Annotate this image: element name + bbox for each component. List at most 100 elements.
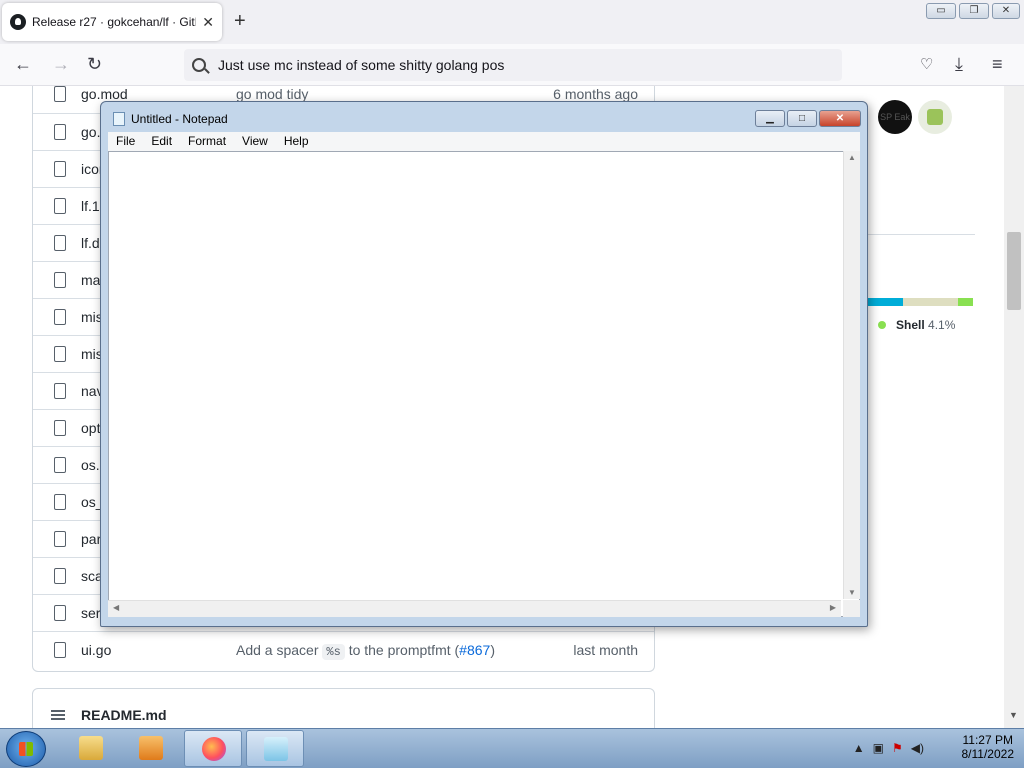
- file-icon: [54, 383, 66, 399]
- action-center-icon[interactable]: ⚑: [892, 741, 903, 755]
- tab-title: Release r27 · gokcehan/lf · GitHub: [32, 15, 196, 29]
- commit-message-text: ): [490, 642, 495, 658]
- language-segment: [903, 298, 958, 306]
- pocket-icon[interactable]: ♡: [920, 55, 933, 73]
- notepad-icon: [113, 112, 125, 126]
- browser-tab[interactable]: Release r27 · gokcehan/lf · GitHub ✕: [2, 3, 222, 41]
- notepad-minimize-button[interactable]: ▁: [755, 110, 785, 127]
- back-icon[interactable]: ←: [14, 54, 32, 75]
- taskbar: ▲ ▣ ⚑ ◀) 11:27 PM 8/11/2022: [0, 728, 1024, 768]
- firefox-icon: [202, 737, 226, 761]
- file-icon: [54, 457, 66, 473]
- file-icon: [54, 531, 66, 547]
- file-icon: [54, 272, 66, 288]
- page-scrollbar[interactable]: ▼: [1004, 86, 1024, 728]
- file-name[interactable]: go.mod: [81, 86, 128, 102]
- file-icon: [54, 420, 66, 436]
- language-item[interactable]: Shell 4.1%: [878, 318, 955, 332]
- notepad-maximize-button[interactable]: □: [787, 110, 817, 127]
- system-tray: ▲ ▣ ⚑ ◀): [853, 741, 924, 755]
- clock-time: 11:27 PM: [962, 733, 1013, 747]
- list-icon[interactable]: [51, 710, 65, 720]
- commit-message-text: to the promptfmt (: [348, 642, 460, 658]
- commit-message[interactable]: go mod tidy: [236, 86, 308, 102]
- notepad-window: Untitled - Notepad ▁ □ ✕ File Edit Forma…: [100, 101, 868, 627]
- notepad-window-controls: ▁ □ ✕: [755, 110, 861, 127]
- notepad-menubar: File Edit Format View Help: [108, 132, 860, 151]
- commit-code: %s: [322, 644, 345, 660]
- file-icon: [54, 346, 66, 362]
- show-hidden-icons-icon[interactable]: ▲: [853, 741, 865, 755]
- language-percent: 4.1%: [928, 318, 956, 332]
- file-name[interactable]: ser: [81, 605, 100, 621]
- taskbar-explorer[interactable]: [62, 730, 120, 767]
- github-icon: [10, 14, 26, 30]
- scroll-down-arrow-icon[interactable]: ▼: [1009, 710, 1018, 720]
- file-icon: [54, 161, 66, 177]
- file-name[interactable]: ma: [81, 272, 100, 288]
- restore-button[interactable]: ❐: [959, 3, 989, 19]
- address-bar[interactable]: Just use mc instead of some shitty golan…: [184, 49, 842, 81]
- taskbar-media-player[interactable]: [122, 730, 180, 767]
- menu-format[interactable]: Format: [180, 132, 234, 151]
- file-icon: [54, 494, 66, 510]
- file-icon: [54, 605, 66, 621]
- file-icon: [54, 642, 66, 658]
- network-icon[interactable]: ▣: [873, 741, 884, 755]
- start-button[interactable]: [6, 731, 46, 767]
- notepad-text-area[interactable]: [108, 151, 860, 617]
- file-icon: [54, 86, 66, 102]
- browser-tabbar: Release r27 · gokcehan/lf · GitHub ✕ + ▭…: [0, 0, 1024, 44]
- file-icon: [54, 568, 66, 584]
- language-bar: [868, 298, 973, 306]
- menu-edit[interactable]: Edit: [143, 132, 180, 151]
- contributor-avatar[interactable]: SP Eak: [878, 100, 912, 134]
- contributor-avatar[interactable]: [918, 100, 952, 134]
- file-icon: [54, 235, 66, 251]
- media-player-icon: [139, 736, 163, 760]
- language-segment: [958, 298, 973, 306]
- readme-header: README.md: [32, 688, 655, 728]
- menu-view[interactable]: View: [234, 132, 276, 151]
- search-icon: [192, 58, 206, 72]
- tab-close-icon[interactable]: ✕: [202, 14, 214, 31]
- download-icon[interactable]: ⤓: [955, 54, 963, 75]
- notepad-icon: [264, 737, 288, 761]
- folder-icon: [79, 736, 103, 760]
- menu-help[interactable]: Help: [276, 132, 317, 151]
- file-name[interactable]: opt: [81, 420, 100, 436]
- forward-icon[interactable]: →: [52, 54, 70, 75]
- close-button[interactable]: ✕: [992, 3, 1020, 19]
- scrollbar-thumb[interactable]: [1007, 232, 1021, 310]
- divider: [868, 234, 975, 235]
- notepad-close-button[interactable]: ✕: [819, 110, 861, 127]
- file-name[interactable]: par: [81, 531, 101, 547]
- readme-title[interactable]: README.md: [81, 707, 167, 723]
- file-name[interactable]: lf.1: [81, 198, 100, 214]
- volume-icon[interactable]: ◀): [911, 741, 924, 755]
- reload-icon[interactable]: ↻: [87, 54, 102, 75]
- notepad-title: Untitled - Notepad: [131, 112, 228, 126]
- minimize-button[interactable]: ▭: [926, 3, 956, 19]
- taskbar-notepad[interactable]: [246, 730, 304, 767]
- commit-age: last month: [573, 642, 638, 658]
- taskbar-firefox[interactable]: [184, 730, 242, 767]
- file-icon: [54, 309, 66, 325]
- clock-date: 8/11/2022: [961, 747, 1015, 761]
- notepad-titlebar[interactable]: Untitled - Notepad ▁ □ ✕: [101, 102, 867, 132]
- menu-icon[interactable]: ≡: [992, 54, 1003, 75]
- file-row[interactable]: ui.go Add a spacer %s to the promptfmt (#…: [33, 631, 654, 668]
- browser-window-controls: ▭ ❐ ✕: [926, 3, 1020, 19]
- file-name[interactable]: ui.go: [81, 642, 111, 658]
- pull-request-link[interactable]: #867: [459, 642, 490, 658]
- file-icon: [54, 124, 66, 140]
- commit-message[interactable]: Add a spacer %s to the promptfmt (#867): [236, 642, 495, 660]
- file-name[interactable]: go.: [81, 124, 100, 140]
- new-tab-button[interactable]: +: [234, 10, 246, 33]
- language-segment: [868, 298, 903, 306]
- commit-message-text: Add a spacer: [236, 642, 319, 658]
- language-dot: [878, 321, 886, 329]
- clock[interactable]: 11:27 PM 8/11/2022: [962, 733, 1015, 761]
- menu-file[interactable]: File: [108, 132, 143, 151]
- browser-navbar: ← → ↻ Just use mc instead of some shitty…: [0, 44, 1024, 86]
